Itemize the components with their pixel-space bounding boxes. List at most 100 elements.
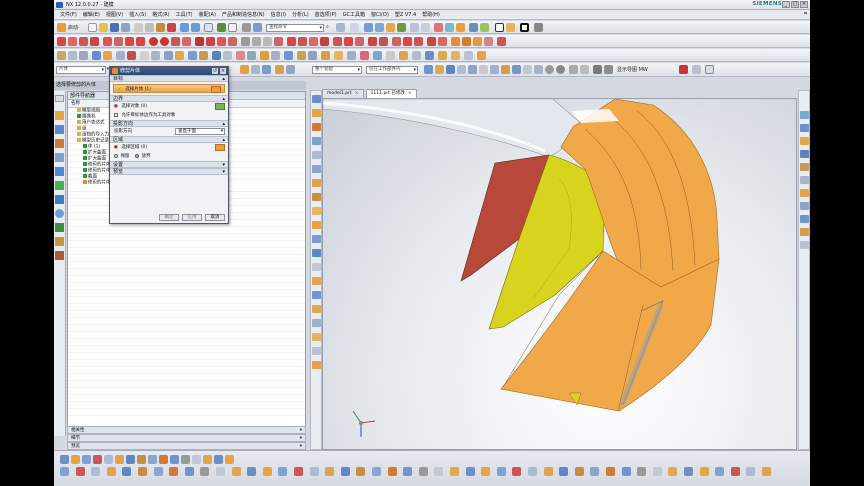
line-icon[interactable]: [57, 37, 66, 46]
bottom-tool-icon[interactable]: [60, 455, 69, 464]
studio-spline-icon[interactable]: [90, 37, 99, 46]
tool-33-icon[interactable]: [451, 51, 460, 60]
strip-tool-icon[interactable]: [800, 124, 809, 132]
bottom-tool-icon[interactable]: [247, 467, 257, 476]
bottom-tool-icon[interactable]: [496, 467, 506, 476]
surface-icon[interactable]: [456, 23, 465, 32]
tool-4-icon[interactable]: [92, 51, 101, 60]
x-curve-icon[interactable]: [379, 37, 388, 46]
bottom-tool-icon[interactable]: [309, 467, 319, 476]
tool-25-icon[interactable]: [347, 51, 356, 60]
preview-panel[interactable]: 预览: [67, 442, 306, 450]
maximize-button[interactable]: □: [791, 1, 799, 8]
menu-gc-toolkit[interactable]: GC工具箱: [340, 11, 368, 18]
save-icon[interactable]: [110, 23, 119, 32]
trim-curve-icon[interactable]: [241, 37, 250, 46]
snap-10-icon[interactable]: [468, 65, 477, 74]
measure-icon[interactable]: [336, 23, 345, 32]
tool-24-icon[interactable]: [334, 51, 343, 60]
bottom-tool-icon[interactable]: [60, 467, 69, 476]
tool-22-icon[interactable]: [308, 51, 317, 60]
strip-tool-icon[interactable]: [312, 221, 321, 229]
bottom-tool-icon[interactable]: [153, 467, 163, 476]
folder-icon[interactable]: [77, 108, 81, 112]
circle-icon[interactable]: [149, 37, 158, 46]
split-body-icon[interactable]: [445, 23, 454, 32]
point-icon[interactable]: [79, 37, 88, 46]
snap-1-icon[interactable]: [240, 65, 249, 74]
tool-5-icon[interactable]: [103, 51, 112, 60]
snap-3-icon[interactable]: [262, 65, 271, 74]
snap-14-icon[interactable]: [512, 65, 521, 74]
offset-curve-icon[interactable]: [206, 37, 215, 46]
bottom-tool-icon[interactable]: [543, 467, 553, 476]
bottom-tool-icon[interactable]: [387, 467, 397, 476]
keep-radio[interactable]: [114, 153, 118, 158]
bottom-tool-icon[interactable]: [715, 467, 725, 476]
checkbox-icon[interactable]: [83, 168, 87, 172]
type-filter-select[interactable]: 片体: [56, 66, 106, 74]
bottom-tool-icon[interactable]: [762, 467, 771, 476]
view-label[interactable]: 显示导图 MW: [617, 66, 648, 73]
orient-icon[interactable]: [242, 23, 251, 32]
boolean-icon[interactable]: [397, 23, 406, 32]
menu-analysis[interactable]: 分析(L): [289, 11, 312, 18]
search-icon[interactable]: ⌕: [326, 24, 329, 30]
assembly-navigator-icon[interactable]: [55, 111, 64, 120]
sheet-body-icon[interactable]: [211, 86, 221, 93]
section-region[interactable]: 区域: [110, 136, 228, 144]
color-white-icon[interactable]: [495, 23, 504, 32]
bottom-tool-icon[interactable]: [325, 467, 335, 476]
strip-tool-icon[interactable]: [312, 305, 321, 313]
tool-35-icon[interactable]: [477, 51, 486, 60]
bottom-tool-icon[interactable]: [216, 467, 225, 476]
revolve-icon[interactable]: [375, 23, 384, 32]
strip-tool-icon[interactable]: [800, 215, 809, 223]
process-studio-icon[interactable]: [55, 223, 64, 232]
snap-5-icon[interactable]: [286, 65, 295, 74]
bottom-tool-icon[interactable]: [559, 467, 569, 476]
paste-icon[interactable]: [156, 23, 165, 32]
snap-19-icon[interactable]: [569, 65, 578, 74]
ellipse-icon[interactable]: [160, 37, 169, 46]
command-finder-input[interactable]: 查找命令: [266, 24, 324, 32]
bottom-tool-icon[interactable]: [356, 467, 366, 476]
copy-icon[interactable]: [145, 23, 154, 32]
strip-tool-icon[interactable]: [312, 263, 321, 271]
bottom-tool-icon[interactable]: [106, 467, 116, 476]
polygon-icon[interactable]: [136, 37, 145, 46]
divide-curve-icon[interactable]: [252, 37, 261, 46]
tool-2-icon[interactable]: [68, 51, 77, 60]
strip-tool-icon[interactable]: [312, 193, 321, 201]
offset-icon[interactable]: [480, 23, 489, 32]
conic-icon[interactable]: [171, 37, 180, 46]
bottom-tool-icon[interactable]: [418, 467, 428, 476]
snap-8-icon[interactable]: [446, 65, 455, 74]
web-browser-icon[interactable]: [55, 181, 64, 190]
tool-18-icon[interactable]: [260, 51, 269, 60]
folder-icon[interactable]: [77, 132, 81, 136]
system-scene-icon[interactable]: [55, 251, 64, 260]
bottom-tool-icon[interactable]: [170, 455, 179, 464]
snap-13-icon[interactable]: [501, 65, 510, 74]
bottom-tool-icon[interactable]: [214, 455, 223, 464]
bottom-tool-icon[interactable]: [340, 467, 350, 476]
blank-icon[interactable]: [228, 23, 237, 32]
checkbox-icon[interactable]: [83, 150, 87, 154]
tool-29-icon[interactable]: [399, 51, 408, 60]
folder-icon[interactable]: [77, 120, 81, 124]
menu-view[interactable]: 视图(V): [103, 11, 126, 18]
menu-tools[interactable]: 工具(T): [173, 11, 196, 18]
minimize-button[interactable]: _: [782, 1, 790, 8]
history-icon[interactable]: [55, 195, 64, 204]
tool-9-icon[interactable]: [151, 51, 160, 60]
bottom-tool-icon[interactable]: [652, 467, 662, 476]
trim-body-icon[interactable]: [434, 23, 443, 32]
bottom-tool-icon[interactable]: [122, 467, 132, 476]
checkbox-icon[interactable]: [77, 114, 81, 118]
bottom-tool-icon[interactable]: [590, 467, 600, 476]
checkbox-icon[interactable]: [83, 144, 87, 148]
view-red-icon[interactable]: [679, 65, 688, 74]
checkbox-icon[interactable]: [83, 162, 87, 166]
checkbox-icon[interactable]: [83, 174, 87, 178]
